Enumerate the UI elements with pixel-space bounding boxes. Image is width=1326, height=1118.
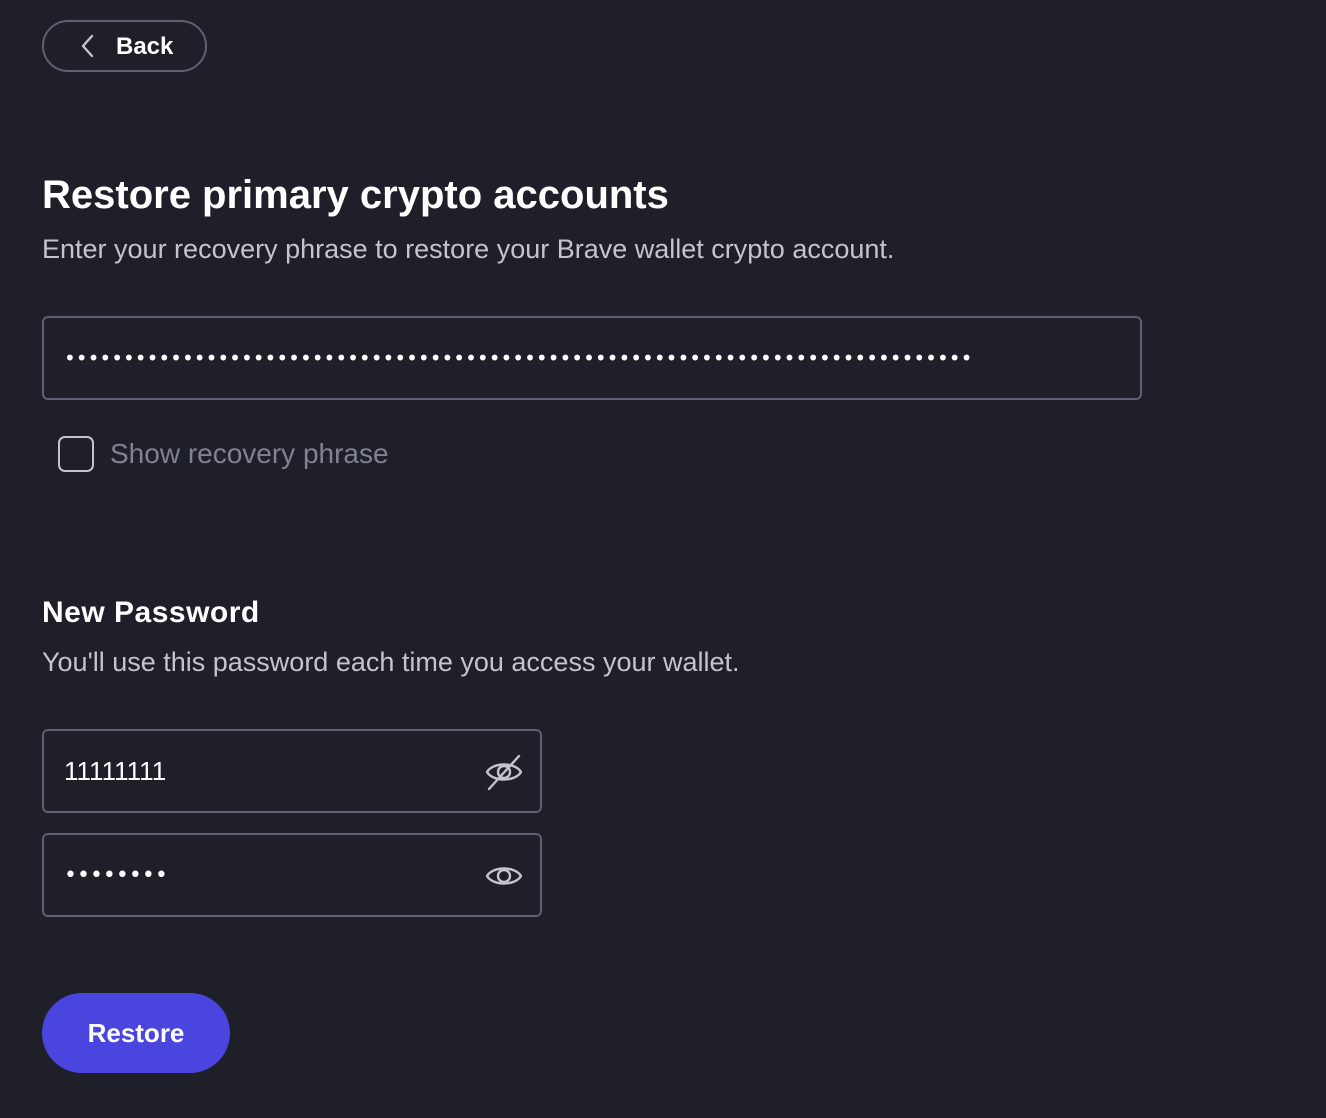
back-button[interactable]: Back (42, 20, 207, 72)
show-recovery-phrase-checkbox[interactable] (58, 436, 94, 472)
chevron-left-icon (78, 34, 98, 58)
eye-icon[interactable] (484, 857, 524, 895)
password-field (42, 729, 542, 813)
recovery-phrase-input[interactable] (42, 316, 1142, 400)
page-subtitle: Enter your recovery phrase to restore yo… (42, 234, 895, 264)
confirm-password-field (42, 833, 542, 917)
restore-button[interactable]: Restore (42, 993, 230, 1073)
password-input[interactable] (64, 731, 464, 811)
new-password-title: New Password (42, 596, 260, 629)
confirm-password-input[interactable] (64, 835, 464, 915)
eye-slash-icon[interactable] (484, 753, 524, 791)
show-recovery-phrase-label: Show recovery phrase (110, 438, 389, 469)
show-recovery-phrase-toggle[interactable]: Show recovery phrase (58, 434, 389, 474)
page-title: Restore primary crypto accounts (42, 173, 669, 217)
back-button-label: Back (116, 33, 174, 60)
new-password-subtitle: You'll use this password each time you a… (42, 647, 740, 677)
